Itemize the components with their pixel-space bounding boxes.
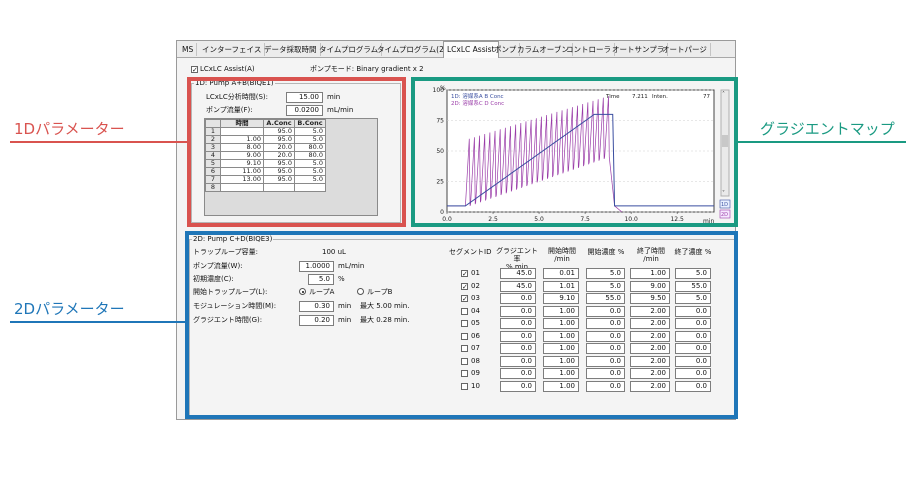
callout-2d-line [10,321,186,323]
callout-1d-line [10,141,188,143]
highlight-2d-params [185,231,738,419]
callout-gradient-map: グラジエントマップ [760,120,895,138]
callout-1d-params: 1Dパラメーター [14,120,125,138]
tab-interface[interactable]: インターフェイス [199,43,266,56]
lcxlc-assist-label: LCxLC Assist(A) [200,65,255,73]
tab-time-program[interactable]: タイムプログラム [316,43,383,56]
tab-bar: MS インターフェイス データ採取時間 タイムプログラム タイムプログラム(2D… [177,41,735,58]
tab-data-acquisition-time[interactable]: データ採取時間 [261,43,321,56]
tab-autopurge[interactable]: オートパージ [659,43,711,56]
tab-controller[interactable]: コントローラ [563,43,615,56]
lcxlc-assist-checkbox[interactable]: ✓ [191,66,198,74]
callout-gradient-line [736,141,906,143]
callout-2d-params: 2Dパラメーター [14,300,125,318]
tab-ms[interactable]: MS [179,43,198,56]
highlight-1d-params [187,77,406,227]
highlight-gradient-map [411,77,738,227]
pump-mode-label: ポンプモード: Binary gradient x 2 [310,65,424,73]
